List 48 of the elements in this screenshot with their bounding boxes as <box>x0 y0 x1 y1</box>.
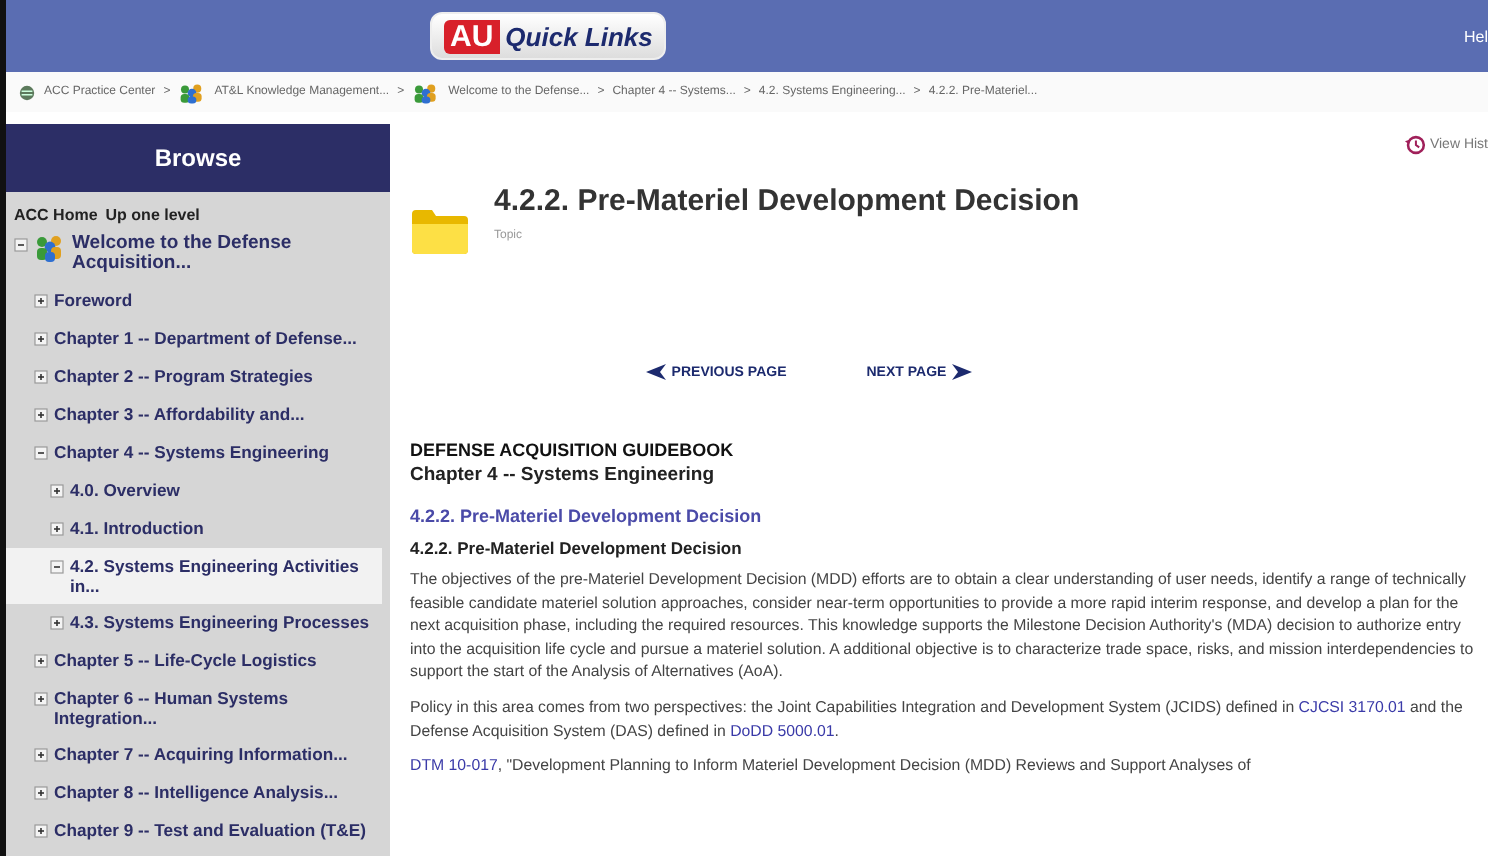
help-link[interactable]: Hel <box>1463 27 1488 45</box>
expander-icon[interactable] <box>50 484 64 498</box>
sidebar-title: Browse <box>6 124 390 192</box>
left-arrow-icon <box>645 364 666 380</box>
expander-icon[interactable] <box>34 692 48 706</box>
sidebar-link[interactable]: ACC Home <box>14 206 98 224</box>
people-icon <box>178 81 207 103</box>
expander-icon[interactable] <box>34 370 48 384</box>
tree-item[interactable]: Chapter 1 -- Department of Defense... <box>6 320 390 358</box>
tree-item[interactable]: Chapter 4 -- Systems Engineering <box>6 434 390 472</box>
guidebook-title: DEFENSE ACQUISITION GUIDEBOOK <box>410 440 736 460</box>
globe-icon <box>18 83 36 101</box>
expander-icon[interactable] <box>34 332 48 346</box>
tree-item[interactable]: 4.3. Systems Engineering Processes <box>6 604 390 642</box>
tree-item[interactable]: Chapter 5 -- Life-Cycle Logistics <box>6 642 390 680</box>
tree-item[interactable]: Foreword <box>6 282 390 320</box>
tree-item[interactable]: 4.1. Introduction <box>6 510 390 548</box>
folder-icon <box>410 204 470 256</box>
expander-icon[interactable] <box>34 408 48 422</box>
tree-item[interactable]: Chapter 2 -- Program Strategies <box>6 358 390 396</box>
right-arrow-icon <box>952 364 973 380</box>
tree-item[interactable]: 4.0. Overview <box>6 472 390 510</box>
tree-item[interactable]: Chapter 8 -- Intelligence Analysis... <box>6 774 390 812</box>
expander-icon[interactable] <box>34 786 48 800</box>
expander-icon[interactable] <box>50 616 64 630</box>
tree-item[interactable]: Chapter 3 -- Affordability and... <box>6 396 390 434</box>
expander-icon[interactable] <box>14 238 28 252</box>
tree-item[interactable]: Chapter 9 -- Test and Evaluation (T&E) <box>6 812 390 850</box>
tree-item[interactable]: Chapter 7 -- Acquiring Information... <box>6 736 390 774</box>
page-title: 4.2.2. Pre-Materiel Development Decision <box>494 184 1080 218</box>
expander-icon[interactable] <box>34 824 48 838</box>
tree-item[interactable]: Chapter 6 -- Human Systems Integration... <box>6 680 390 736</box>
history-icon <box>1403 133 1426 155</box>
people-icon <box>412 81 441 103</box>
expander-icon[interactable] <box>34 654 48 668</box>
expander-icon[interactable] <box>50 522 64 536</box>
tree-item[interactable]: 4.2. Systems Engineering Activities in... <box>6 548 382 604</box>
expander-icon[interactable] <box>34 748 48 762</box>
chapter-heading: Chapter 4 -- Systems Engineering <box>410 464 717 486</box>
tree-item[interactable]: Welcome to the Defense Acquisition... <box>6 228 390 282</box>
section-heading: 4.2.2. Pre-Materiel Development Decision <box>410 538 744 558</box>
section-link[interactable]: 4.2.2. Pre-Materiel Development Decision <box>410 506 1488 526</box>
expander-icon[interactable] <box>34 446 48 460</box>
people-icon <box>34 234 66 262</box>
sidebar-link[interactable]: Up one level <box>105 206 200 224</box>
expander-icon[interactable] <box>34 294 48 308</box>
expander-icon[interactable] <box>50 560 64 574</box>
quick-links-button[interactable]: AU Quick Links <box>430 12 667 60</box>
